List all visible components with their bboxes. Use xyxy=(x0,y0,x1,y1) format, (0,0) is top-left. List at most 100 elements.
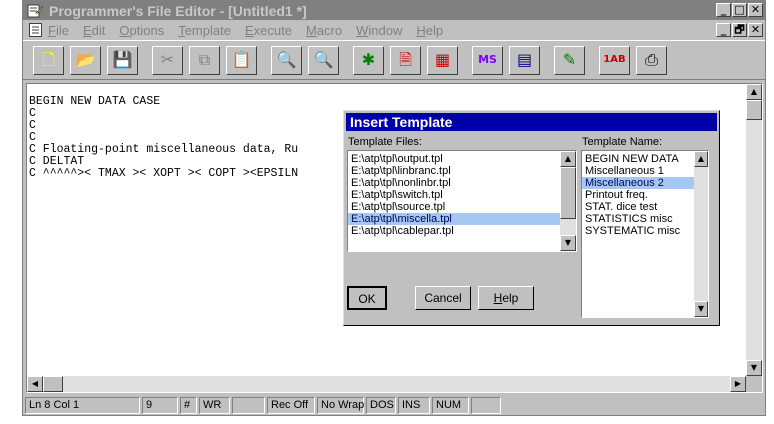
menu-edit[interactable]: Edit xyxy=(83,23,105,38)
status-panel: # xyxy=(180,397,197,414)
template-name-item[interactable]: BEGIN NEW DATA xyxy=(582,153,694,165)
vertical-scrollbar[interactable]: ▲ ▼ xyxy=(746,84,762,376)
template-name-item[interactable]: SYSTEMATIC misc xyxy=(582,225,694,237)
menu-execute[interactable]: Execute xyxy=(245,23,292,38)
minimize-button[interactable]: _ xyxy=(716,3,731,17)
menu-help[interactable]: Help xyxy=(416,23,443,38)
editor-line[interactable]: C xyxy=(29,120,298,132)
help-button[interactable]: Help xyxy=(478,286,534,310)
toolbar: 🗋 📂 💾 ✂ ⧉ 📋 🔍 🔍 ✱ 🗎 ▦ MS ▤ ✎ 1AB ⎙ xyxy=(23,40,765,80)
files-scrollbar[interactable]: ▲ ▼ xyxy=(560,151,576,251)
toolbar-button-tools[interactable]: ✱ xyxy=(353,45,384,75)
names-scroll-down-icon[interactable]: ▼ xyxy=(694,301,708,317)
maximize-button[interactable]: □ xyxy=(732,3,747,17)
toolbar-button-save[interactable]: 💾 xyxy=(107,45,138,75)
horizontal-scroll-thumb[interactable] xyxy=(43,376,63,392)
toolbar-button-window-list[interactable]: ▤ xyxy=(509,45,540,75)
toolbar-button-printer[interactable]: ⎙ xyxy=(636,45,667,75)
toolbar-button-copy[interactable]: ⧉ xyxy=(189,45,220,75)
dialog-title[interactable]: Insert Template xyxy=(346,113,717,131)
ok-button[interactable]: OK xyxy=(347,286,387,310)
template-name-item[interactable]: STATISTICS misc xyxy=(582,213,694,225)
toolbar-button-print[interactable]: ▦ xyxy=(427,45,458,75)
template-name-item[interactable]: Miscellaneous 1 xyxy=(582,165,694,177)
template-name-item[interactable]: Printout freq. xyxy=(582,189,694,201)
toolbar-button-new-file[interactable]: 🗋 xyxy=(33,45,64,75)
scroll-down-icon[interactable]: ▼ xyxy=(746,360,762,376)
status-panel: NUM xyxy=(432,397,469,414)
open-folder-icon: 📂 xyxy=(75,50,96,69)
copy-icon: ⧉ xyxy=(198,50,211,69)
toolbar-button-pencil[interactable]: ✎ xyxy=(554,45,585,75)
printer-icon: ⎙ xyxy=(645,50,658,69)
template-name-item[interactable]: STAT. dice test xyxy=(582,201,694,213)
template-file-item[interactable]: E:\atp\tpl\output.tpl xyxy=(348,153,560,165)
toolbar-button-cut[interactable]: ✂ xyxy=(152,45,183,75)
status-panel: Ln 8 Col 1 xyxy=(25,397,140,414)
editor-line[interactable]: C ^^^^^>< TMAX >< XOPT >< COPT ><EPSILN xyxy=(29,168,298,180)
print-icon: ▦ xyxy=(434,50,451,69)
paste-icon: 📋 xyxy=(231,50,252,69)
status-panel: DOS xyxy=(366,397,396,414)
menu-bar: File Edit Options Template Execute Macro… xyxy=(23,21,765,39)
toolbar-button-find[interactable]: 🔍 xyxy=(271,45,302,75)
template-files-list[interactable]: E:\atp\tpl\output.tpl E:\atp\tpl\linbranc… xyxy=(347,150,577,252)
menu-template[interactable]: Template xyxy=(178,23,231,38)
new-file-icon: 🗋 xyxy=(42,50,55,69)
names-scroll-up-icon[interactable]: ▲ xyxy=(694,151,708,167)
editor-line[interactable]: BEGIN NEW DATA CASE xyxy=(29,96,298,108)
toolbar-button-document[interactable]: 🗎 xyxy=(390,45,421,75)
status-bar: Ln 8 Col 1 9 # WR Rec Off No Wrap DOS INS NUM xyxy=(25,397,765,415)
toolbar-button-abc[interactable]: 1AB xyxy=(599,45,630,75)
horizontal-scrollbar[interactable]: ◀ ▶ xyxy=(27,376,746,392)
status-panel: INS xyxy=(398,397,430,414)
template-file-item[interactable]: E:\atp\tpl\linbranc.tpl xyxy=(348,165,560,177)
document-icon: 🗎 xyxy=(399,50,412,69)
template-file-item[interactable]: E:\atp\tpl\miscella.tpl xyxy=(348,213,560,225)
editor-line[interactable]: C xyxy=(29,108,298,120)
close-button[interactable]: ✕ xyxy=(748,3,763,17)
menu-macro[interactable]: Macro xyxy=(306,23,342,38)
menu-file[interactable]: File xyxy=(48,23,69,38)
template-name-item[interactable]: Miscellaneous 2 xyxy=(582,177,694,189)
names-scrollbar[interactable]: ▲ ▼ xyxy=(694,151,708,317)
template-name-label: Template Name: xyxy=(582,136,663,148)
template-name-list[interactable]: BEGIN NEW DATA Miscellaneous 1 Miscellaneo… xyxy=(581,150,709,318)
insert-template-dialog: Insert Template Template Files: Template… xyxy=(343,110,720,326)
app-icon[interactable] xyxy=(27,4,43,18)
document-menu-icon[interactable] xyxy=(29,23,42,37)
mdi-close-button[interactable]: ✕ xyxy=(748,23,763,37)
window-list-icon: ▤ xyxy=(516,50,533,69)
files-scroll-up-icon[interactable]: ▲ xyxy=(560,151,576,167)
status-panel xyxy=(232,397,265,414)
editor-text[interactable]: BEGIN NEW DATA CASE C C C C Floating-point m… xyxy=(29,96,298,180)
status-panel: No Wrap xyxy=(317,397,364,414)
toolbar-button-paste[interactable]: 📋 xyxy=(226,45,257,75)
toolbar-button-open-folder[interactable]: 📂 xyxy=(70,45,101,75)
mdi-restore-button[interactable]: 🗗 xyxy=(732,23,747,37)
files-scroll-thumb[interactable] xyxy=(560,167,576,219)
status-panel: WR xyxy=(199,397,230,414)
toolbar-button-find-next[interactable]: 🔍 xyxy=(308,45,339,75)
template-file-item[interactable]: E:\atp\tpl\cablepar.tpl xyxy=(348,225,560,237)
cancel-button[interactable]: Cancel xyxy=(415,286,471,310)
menu-window[interactable]: Window xyxy=(356,23,402,38)
title-bar[interactable]: Programmer's File Editor - [Untitled1 *]… xyxy=(23,1,765,20)
status-panel xyxy=(471,397,501,414)
window-title: Programmer's File Editor - [Untitled1 *] xyxy=(49,2,307,19)
template-file-item[interactable]: E:\atp\tpl\source.tpl xyxy=(348,201,560,213)
tools-icon: ✱ xyxy=(361,50,376,69)
toolbar-button-ms-dos[interactable]: MS xyxy=(472,45,503,75)
template-file-item[interactable]: E:\atp\tpl\nonlinbr.tpl xyxy=(348,177,560,189)
scroll-up-icon[interactable]: ▲ xyxy=(746,84,762,100)
find-icon: 🔍 xyxy=(276,50,297,69)
menu-options[interactable]: Options xyxy=(119,23,164,38)
vertical-scroll-thumb[interactable] xyxy=(746,100,762,120)
scroll-right-icon[interactable]: ▶ xyxy=(730,376,746,392)
status-panel: Rec Off xyxy=(267,397,315,414)
template-file-item[interactable]: E:\atp\tpl\switch.tpl xyxy=(348,189,560,201)
cut-icon: ✂ xyxy=(160,50,175,69)
files-scroll-down-icon[interactable]: ▼ xyxy=(560,235,576,251)
mdi-minimize-button[interactable]: _ xyxy=(716,23,731,37)
scroll-left-icon[interactable]: ◀ xyxy=(27,376,43,392)
